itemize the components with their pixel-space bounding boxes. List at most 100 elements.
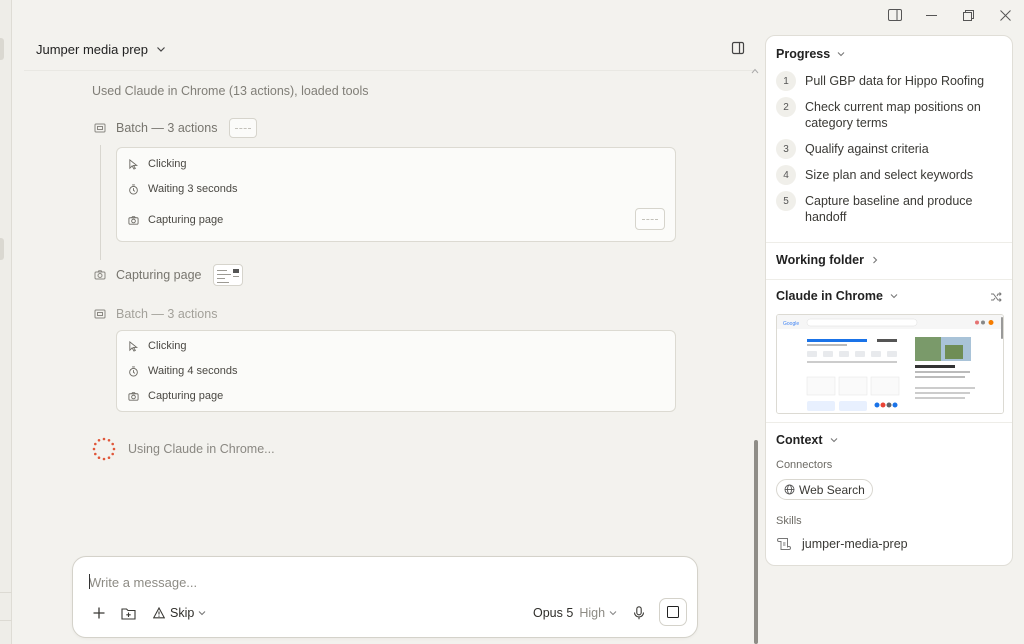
chevron-down-icon (890, 294, 898, 299)
chevron-down-icon (830, 438, 837, 443)
sidebar-edge-marker (0, 238, 4, 260)
camera-icon (128, 215, 139, 225)
microphone-icon (633, 606, 645, 620)
camera-icon (94, 270, 106, 280)
step-row: Waiting 3 seconds (128, 181, 237, 197)
plus-icon (93, 607, 105, 619)
batch-icon (94, 123, 106, 133)
voice-button[interactable] (633, 603, 645, 623)
batch-label: Batch — 3 actions (116, 121, 218, 135)
step-row: Clicking (128, 156, 187, 172)
batch-label: Batch — 3 actions (116, 307, 218, 321)
progress-item: 2 Check current map positions on categor… (776, 97, 1006, 131)
batch-details: Clicking Waiting 4 seconds Capturing pag… (116, 330, 676, 412)
panel-toggle-icon[interactable] (731, 41, 747, 57)
batch-details: Clicking Waiting 3 seconds Capturing pag… (116, 147, 676, 242)
effort-label: High (579, 606, 606, 620)
divider (24, 70, 754, 71)
message-composer: Skip Opus 5 High (72, 556, 698, 638)
step-label: Clicking (148, 340, 187, 352)
step-text: Qualify against criteria (805, 142, 929, 156)
step-label: Capturing page (148, 390, 224, 402)
step-label: Waiting 4 seconds (148, 365, 238, 377)
step-text: Capture baseline and produce handoff (805, 194, 973, 224)
progress-header[interactable]: Progress (776, 47, 846, 61)
screenshot-thumbnail[interactable] (229, 118, 258, 138)
sidebar-edge-marker (0, 38, 4, 60)
working-folder-link[interactable]: Working folder (776, 253, 880, 267)
timeline-line (100, 145, 101, 260)
step-text: Size plan and select keywords (805, 168, 974, 182)
tool-usage-summary[interactable]: Used Claude in Chrome (13 actions), load… (92, 84, 369, 98)
divider (0, 592, 12, 593)
cursor-icon (129, 158, 139, 170)
message-input[interactable] (89, 573, 649, 591)
skip-permissions-dropdown[interactable]: Skip (153, 603, 207, 623)
step-row: Clicking (128, 338, 187, 354)
progress-item: 4 Size plan and select keywords (776, 165, 1006, 185)
context-title: Context (776, 433, 823, 447)
step-row: Capturing page (128, 212, 223, 228)
batch-header[interactable]: Batch — 3 actions (94, 305, 217, 323)
scrollbar-thumb[interactable] (754, 440, 758, 644)
shuffle-icon[interactable] (990, 291, 1002, 303)
status-text: Using Claude in Chrome... (128, 442, 275, 456)
skills-label: Skills (776, 515, 802, 527)
step-label: Capturing page (148, 214, 224, 226)
capture-row[interactable]: Capturing page (94, 264, 244, 286)
chevron-down-icon (837, 52, 845, 57)
side-panel: Progress 1 Pull GBP data for Hippo Roofi… (765, 35, 1013, 566)
skill-item[interactable]: jumper-media-prep (776, 536, 908, 552)
step-number: 2 (776, 97, 796, 117)
timer-icon (129, 365, 138, 377)
batch-icon (94, 309, 106, 319)
camera-icon (128, 391, 139, 401)
warning-icon (153, 607, 165, 619)
chevron-right-icon (873, 256, 878, 264)
divider (0, 620, 12, 621)
step-label: Waiting 3 seconds (148, 183, 238, 195)
divider (766, 422, 1012, 423)
model-label: Opus 5 (533, 606, 574, 620)
chrome-header[interactable]: Claude in Chrome (776, 289, 899, 303)
context-header[interactable]: Context (776, 433, 839, 447)
progress-item: 3 Qualify against criteria (776, 139, 1006, 159)
sidebar-toggle-icon[interactable] (876, 0, 913, 30)
step-text: Pull GBP data for Hippo Roofing (805, 74, 985, 88)
progress-item: 1 Pull GBP data for Hippo Roofing (776, 71, 1006, 91)
scroll-up-icon[interactable] (751, 68, 759, 74)
working-status: Using Claude in Chrome... (92, 437, 275, 461)
step-row: Waiting 4 seconds (128, 363, 237, 379)
screenshot-thumbnail[interactable] (213, 264, 244, 286)
chevron-down-icon (198, 611, 206, 616)
model-selector[interactable]: Opus 5 High (533, 603, 618, 623)
add-button[interactable] (93, 603, 105, 623)
step-number: 4 (776, 165, 796, 185)
progress-item: 5 Capture baseline and produce handoff (776, 191, 1006, 225)
chevron-down-icon (157, 47, 165, 52)
connectors-label: Connectors (776, 459, 833, 471)
divider (766, 242, 1012, 243)
close-icon[interactable] (987, 0, 1024, 30)
browser-preview[interactable]: Google (776, 314, 1004, 414)
stop-icon (667, 606, 679, 618)
loading-spinner-icon (92, 437, 116, 461)
add-folder-button[interactable] (121, 603, 136, 623)
minimize-icon[interactable] (913, 0, 950, 30)
page-thumbnail: Google (777, 315, 1003, 413)
svg-text:Google: Google (783, 321, 799, 327)
step-number: 1 (776, 71, 796, 91)
batch-header[interactable]: Batch — 3 actions (94, 118, 258, 138)
connector-label: Web Search (799, 482, 865, 497)
screenshot-thumbnail[interactable] (635, 208, 665, 230)
text-caret (89, 574, 90, 589)
timer-icon (129, 183, 138, 195)
chat-title-dropdown[interactable]: Jumper media prep (36, 41, 166, 57)
step-label: Clicking (148, 158, 187, 170)
scroll-icon (777, 538, 791, 550)
connector-chip[interactable]: Web Search (776, 479, 873, 500)
divider (766, 279, 1012, 280)
cursor-icon (129, 340, 139, 352)
restore-icon[interactable] (950, 0, 987, 30)
stop-button[interactable] (659, 598, 687, 626)
